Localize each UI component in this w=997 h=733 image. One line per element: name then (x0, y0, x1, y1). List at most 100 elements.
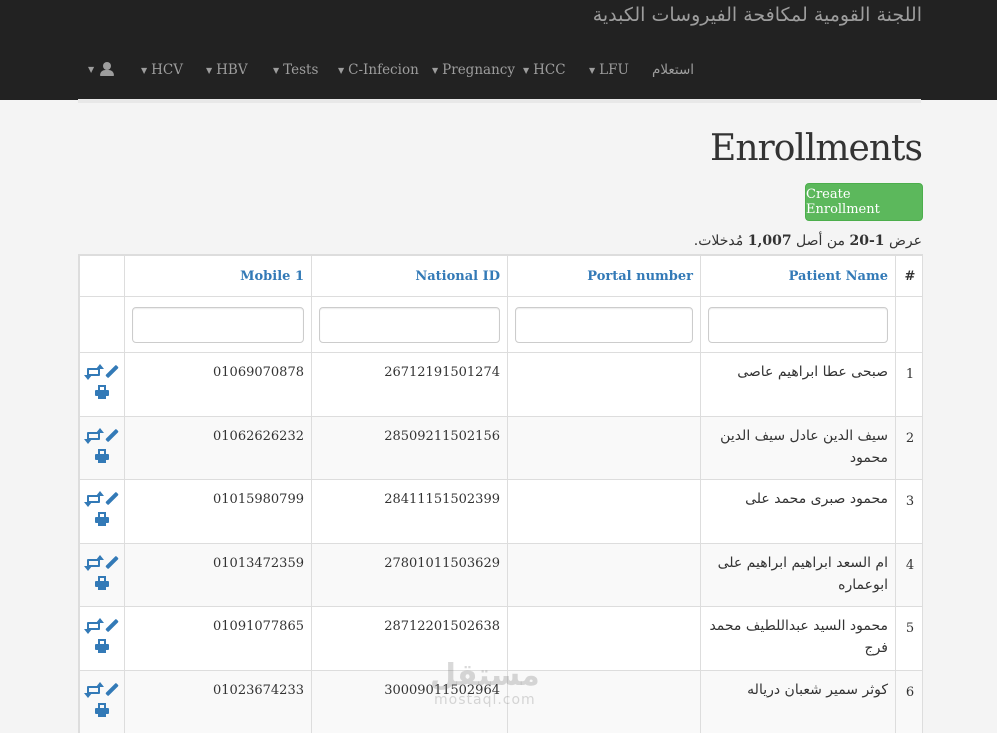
cell-portal-number (507, 415, 701, 480)
pencil-icon[interactable] (104, 428, 119, 443)
page-title: Enrollments (710, 128, 923, 169)
cell-national-id: 28509211502156 (311, 415, 508, 480)
nav-item-lfu[interactable]: ▼ LFU (589, 62, 629, 78)
cell-portal-number (507, 479, 701, 544)
cell-patient-name: محمود السيد عبداللطيف محمد فرج (700, 606, 896, 671)
cell-number: 4 (895, 542, 922, 607)
cell-mobile: 01013472359 (124, 542, 312, 607)
filter-actions-cell (79, 296, 125, 353)
header-actions (79, 255, 125, 297)
pencil-icon[interactable] (104, 555, 119, 570)
table-row: 01023674233 30009011502964 كوثر سمير شعب… (79, 669, 922, 733)
cell-patient-name: ام السعد ابراهيم ابراهيم على ابوعماره (700, 542, 896, 607)
caret-down-icon: ▼ (88, 64, 95, 74)
brand-title[interactable]: اللجنة القومية لمكافحة الفيروسات الكبدية (593, 4, 922, 26)
cell-national-id: 27801011503629 (311, 542, 508, 607)
enrollments-table: Mobile 1 National ID Portal number Patie… (79, 255, 922, 733)
pencil-icon[interactable] (104, 618, 119, 633)
cell-patient-name: سيف الدين عادل سيف الدين محمود (700, 415, 896, 480)
pencil-icon[interactable] (104, 364, 119, 379)
nav-item-label: C-Infecion (348, 62, 419, 78)
retweet-icon[interactable] (83, 364, 104, 380)
cell-mobile: 01015980799 (124, 479, 312, 544)
cell-national-id: 30009011502964 (311, 669, 508, 733)
caret-down-icon: ▼ (273, 65, 280, 75)
create-enrollment-button[interactable]: Create Enrollment (805, 183, 923, 221)
retweet-icon[interactable] (83, 554, 104, 571)
filter-number-cell (895, 296, 922, 353)
nav-item-hcv[interactable]: ▼ HCV (141, 62, 183, 78)
print-icon[interactable] (95, 702, 109, 717)
nav-item-label: Pregnancy (442, 62, 515, 78)
retweet-icon[interactable] (83, 427, 104, 444)
caret-down-icon: ▼ (206, 65, 213, 75)
header-patient-name[interactable]: Patient Name (700, 255, 896, 297)
print-icon[interactable] (95, 512, 109, 526)
print-icon[interactable] (95, 575, 109, 590)
cell-patient-name: صبحى عطا ابراهيم عاصى (700, 352, 896, 417)
navbar: اللجنة القومية لمكافحة الفيروسات الكبدية… (0, 0, 997, 100)
cell-number: 5 (895, 606, 922, 671)
caret-down-icon: ▼ (589, 65, 596, 75)
nav-item-label: Tests (283, 62, 319, 78)
retweet-icon[interactable] (83, 491, 104, 507)
cell-portal-number (507, 352, 701, 417)
table-row: 01013472359 27801011503629 ام السعد ابرا… (79, 542, 922, 607)
cell-national-id: 28712201502638 (311, 606, 508, 671)
cell-number: 2 (895, 415, 922, 480)
pencil-icon[interactable] (104, 682, 119, 697)
table-row: 01015980799 28411151502399 محمود صبرى مح… (79, 479, 922, 544)
retweet-icon[interactable] (83, 618, 104, 634)
cell-number: 1 (895, 352, 922, 417)
header-national-id[interactable]: National ID (311, 255, 508, 297)
filter-mobile-input[interactable] (132, 306, 304, 343)
nav-item-c-infection[interactable]: ▼ C-Infecion (338, 62, 419, 78)
filter-patient-name-input[interactable] (708, 306, 888, 343)
retweet-icon[interactable] (83, 681, 104, 698)
caret-down-icon: ▼ (432, 65, 439, 75)
caret-down-icon: ▼ (523, 65, 530, 75)
cell-mobile: 01062626232 (124, 415, 312, 480)
print-icon[interactable] (95, 448, 109, 463)
header-mobile[interactable]: Mobile 1 (124, 255, 312, 297)
nav-item-label: استعلام (652, 62, 695, 78)
header-portal-number[interactable]: Portal number (507, 255, 701, 297)
nav-menu: ▼ ▼ HCV ▼ HBV ▼ Tests ▼ C-Infecion ▼ Pre… (88, 62, 698, 84)
enrollments-grid: Mobile 1 National ID Portal number Patie… (78, 254, 923, 733)
table-row: 01069070878 26712191501274 صبحى عطا ابرا… (79, 352, 922, 417)
caret-down-icon: ▼ (141, 65, 148, 75)
cell-patient-name: محمود صبرى محمد على (700, 479, 896, 544)
cell-number: 3 (895, 479, 922, 544)
cell-national-id: 26712191501274 (311, 352, 508, 417)
nav-item-label: HCV (151, 62, 184, 78)
nav-item-inquiry[interactable]: استعلام (652, 62, 694, 78)
filter-national-id-input[interactable] (319, 306, 500, 343)
nav-item-hcc[interactable]: ▼ HCC (523, 62, 566, 78)
cell-number: 6 (895, 669, 922, 733)
pencil-icon[interactable] (104, 491, 119, 506)
navbar-divider (78, 99, 921, 103)
print-icon[interactable] (95, 385, 109, 399)
cell-patient-name: كوثر سمير شعبان درياله (700, 669, 896, 733)
nav-item-user[interactable]: ▼ (88, 62, 115, 76)
cell-mobile: 01069070878 (124, 352, 312, 417)
cell-national-id: 28411151502399 (311, 479, 508, 544)
print-icon[interactable] (95, 639, 109, 653)
cell-mobile: 01091077865 (124, 606, 312, 671)
nav-item-label: HCC (533, 62, 566, 78)
results-summary: عرض 1-20 من أصل 1,007 مُدخلات. (693, 233, 922, 249)
nav-item-pregnancy[interactable]: ▼ Pregnancy (432, 62, 515, 78)
cell-portal-number (507, 542, 701, 607)
table-row: 01091077865 28712201502638 محمود السيد ع… (79, 606, 922, 671)
nav-item-tests[interactable]: ▼ Tests (273, 62, 318, 78)
user-icon (100, 62, 115, 76)
nav-item-label: LFU (599, 62, 629, 78)
cell-portal-number (507, 669, 701, 733)
nav-item-hbv[interactable]: ▼ HBV (206, 62, 248, 78)
header-number: # (895, 255, 922, 297)
nav-item-label: HBV (216, 62, 248, 78)
table-row: 01062626232 28509211502156 سيف الدين عاد… (79, 415, 922, 480)
cell-portal-number (507, 606, 701, 671)
cell-mobile: 01023674233 (124, 669, 312, 733)
filter-portal-number-input[interactable] (515, 306, 693, 343)
